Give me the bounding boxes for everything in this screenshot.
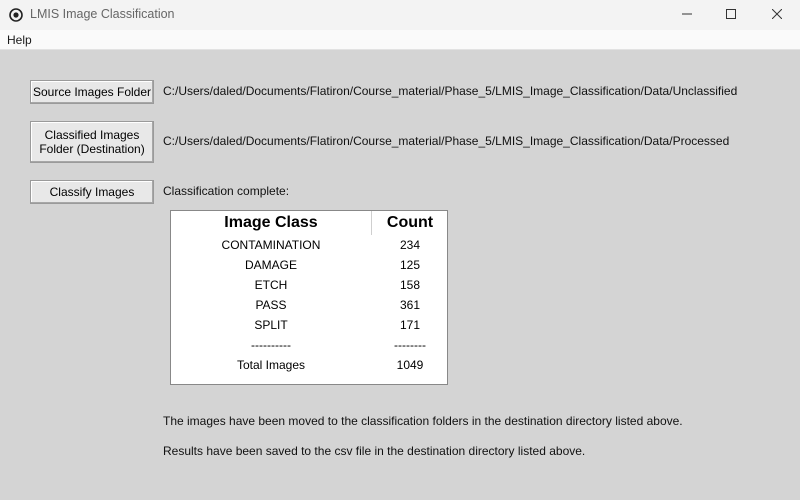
table-row: DAMAGE 125 bbox=[171, 258, 449, 278]
source-button-label: Source Images Folder bbox=[32, 85, 152, 99]
minimize-button[interactable] bbox=[664, 0, 710, 30]
total-row: Total Images 1049 bbox=[171, 358, 449, 378]
table-row: ETCH 158 bbox=[171, 278, 449, 298]
row-count: 158 bbox=[399, 278, 421, 292]
table-row: PASS 361 bbox=[171, 298, 449, 318]
row-class: Total Images bbox=[236, 358, 306, 372]
minimize-icon bbox=[682, 8, 692, 22]
source-images-folder-button[interactable]: Source Images Folder bbox=[30, 80, 154, 104]
dest-button-label-line2: Folder (Destination) bbox=[39, 142, 145, 156]
app-eye-icon bbox=[9, 8, 23, 22]
destination-folder-button[interactable]: Classified Images Folder (Destination) bbox=[30, 121, 154, 163]
classify-images-button[interactable]: Classify Images bbox=[30, 180, 154, 204]
row-count: 361 bbox=[399, 298, 421, 312]
window-title: LMIS Image Classification bbox=[30, 7, 175, 21]
classify-button-label: Classify Images bbox=[49, 185, 135, 199]
menu-bar: Help bbox=[0, 30, 800, 50]
saved-message: Results have been saved to the csv file … bbox=[163, 444, 586, 458]
row-class: ETCH bbox=[254, 278, 288, 292]
destination-path-label: C:/Users/daled/Documents/Flatiron/Course… bbox=[163, 134, 730, 148]
row-class: SPLIT bbox=[254, 318, 288, 332]
row-class: PASS bbox=[255, 298, 287, 312]
row-count: 125 bbox=[399, 258, 421, 272]
maximize-button[interactable] bbox=[708, 0, 754, 30]
row-class: CONTAMINATION bbox=[221, 238, 321, 252]
source-path-label: C:/Users/daled/Documents/Flatiron/Course… bbox=[163, 84, 738, 98]
row-count: 234 bbox=[399, 238, 421, 252]
separator-row: ---------- -------- bbox=[171, 338, 449, 358]
close-icon bbox=[771, 8, 783, 22]
moved-message: The images have been moved to the classi… bbox=[163, 414, 683, 428]
results-table: Image Class Count CONTAMINATION 234 DAMA… bbox=[170, 210, 448, 385]
row-count: -------- bbox=[394, 338, 426, 352]
maximize-icon bbox=[726, 8, 736, 22]
title-bar: LMIS Image Classification bbox=[0, 0, 800, 30]
row-count: 1049 bbox=[396, 358, 424, 372]
menu-help[interactable]: Help bbox=[7, 33, 32, 47]
dest-button-label-line1: Classified Images bbox=[44, 128, 140, 142]
table-row: CONTAMINATION 234 bbox=[171, 238, 449, 258]
status-label: Classification complete: bbox=[163, 184, 290, 198]
row-class: ---------- bbox=[251, 338, 291, 352]
table-row: SPLIT 171 bbox=[171, 318, 449, 338]
row-class: DAMAGE bbox=[244, 258, 297, 272]
row-count: 171 bbox=[399, 318, 421, 332]
header-count: Count bbox=[386, 214, 434, 231]
header-image-class: Image Class bbox=[224, 214, 318, 231]
close-button[interactable] bbox=[754, 0, 800, 30]
